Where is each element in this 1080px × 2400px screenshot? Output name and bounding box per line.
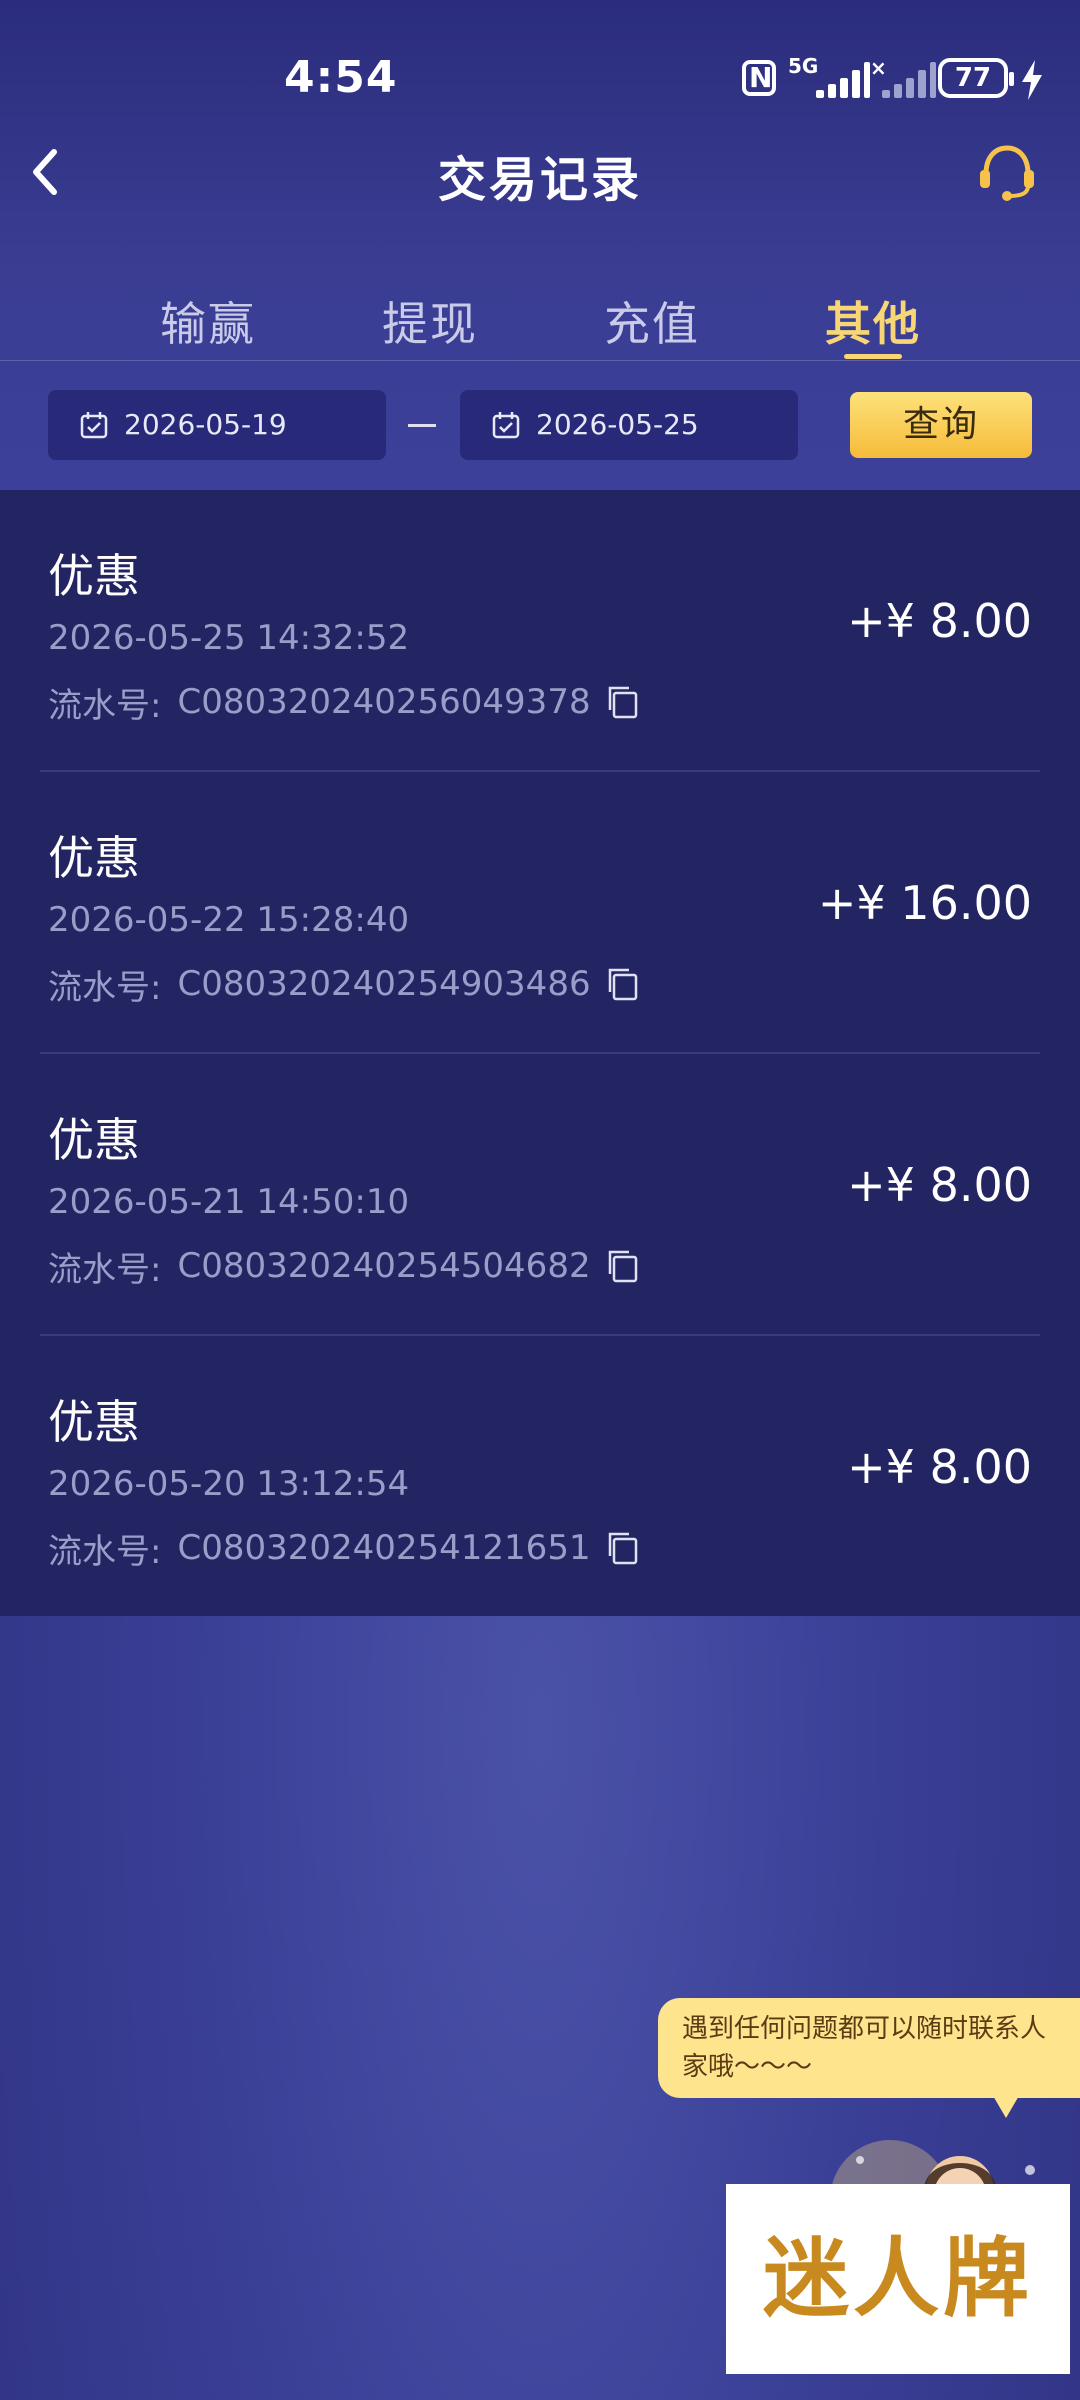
tab-bar: 输赢 提现 充值 其他	[0, 288, 1080, 360]
tab-other[interactable]: 其他	[793, 288, 953, 354]
tab-win-loss[interactable]: 输赢	[128, 288, 288, 354]
tab-withdraw[interactable]: 提现	[350, 288, 510, 354]
record-time: 2026-05-22 15:28:40	[48, 900, 410, 940]
list-item[interactable]: 优惠 2026-05-21 14:50:10 流水号: C08032024025…	[0, 1054, 1080, 1336]
page-title: 交易记录	[437, 152, 642, 208]
record-amount: +¥ 16.00	[817, 876, 1032, 930]
serial-number: C080320240254504682	[177, 1246, 591, 1286]
record-type: 优惠	[48, 1395, 140, 1449]
serial-number: C080320240254903486	[177, 964, 591, 1004]
record-list: 优惠 2026-05-25 14:32:52 流水号: C08032024025…	[0, 490, 1080, 1616]
start-date-picker[interactable]: 2026-05-19	[48, 390, 386, 460]
record-serial-row: 流水号: C080320240256049378	[48, 680, 641, 726]
serial-number: C080320240254121651	[177, 1528, 591, 1568]
tab-deposit[interactable]: 充值	[572, 288, 732, 354]
serial-label: 流水号:	[48, 967, 162, 1008]
record-time: 2026-05-21 14:50:10	[48, 1182, 410, 1222]
record-type: 优惠	[48, 1113, 140, 1167]
watermark-text: 迷人牌	[763, 2228, 1033, 2329]
serial-number: C080320240256049378	[177, 682, 591, 722]
record-amount: +¥ 8.00	[847, 594, 1032, 648]
serial-label: 流水号:	[48, 1249, 162, 1290]
watermark-logo: 迷人牌	[726, 2184, 1070, 2374]
date-range-separator	[408, 424, 436, 427]
signal-weak-icon	[874, 62, 936, 98]
copy-icon[interactable]	[605, 684, 641, 720]
tabs-divider	[0, 360, 1080, 361]
copy-icon[interactable]	[605, 1248, 641, 1284]
end-date-value: 2026-05-25	[536, 408, 699, 441]
serial-label: 流水号:	[48, 1531, 162, 1572]
customer-service-icon[interactable]	[976, 140, 1038, 204]
nfc-icon	[742, 60, 776, 96]
charging-bolt-icon	[1022, 60, 1042, 100]
record-amount: +¥ 8.00	[847, 1440, 1032, 1494]
record-serial-row: 流水号: C080320240254121651	[48, 1526, 641, 1572]
signal-icon	[808, 62, 870, 98]
active-tab-indicator	[844, 354, 902, 359]
battery-icon: 77	[938, 58, 1014, 98]
copy-icon[interactable]	[605, 1530, 641, 1566]
record-type: 优惠	[48, 831, 140, 885]
calendar-icon	[492, 412, 520, 439]
record-time: 2026-05-20 13:12:54	[48, 1464, 410, 1504]
record-type: 优惠	[48, 549, 140, 603]
list-item[interactable]: 优惠 2026-05-22 15:28:40 流水号: C08032024025…	[0, 772, 1080, 1054]
record-time: 2026-05-25 14:32:52	[48, 618, 410, 658]
query-button[interactable]: 查询	[850, 392, 1032, 458]
record-serial-row: 流水号: C080320240254903486	[48, 962, 641, 1008]
status-time: 4:54	[284, 52, 398, 103]
support-speech-bubble[interactable]: 遇到任何问题都可以随时联系人家哦～～～	[658, 1998, 1080, 2118]
copy-icon[interactable]	[605, 966, 641, 1002]
end-date-picker[interactable]: 2026-05-25	[460, 390, 798, 460]
status-bar: 4:54 5G × 77	[0, 0, 1080, 150]
start-date-value: 2026-05-19	[124, 408, 287, 441]
list-item[interactable]: 优惠 2026-05-25 14:32:52 流水号: C08032024025…	[0, 490, 1080, 772]
calendar-icon	[80, 412, 108, 439]
record-serial-row: 流水号: C080320240254504682	[48, 1244, 641, 1290]
list-item[interactable]: 优惠 2026-05-20 13:12:54 流水号: C08032024025…	[0, 1336, 1080, 1618]
record-amount: +¥ 8.00	[847, 1158, 1032, 1212]
serial-label: 流水号:	[48, 685, 162, 726]
